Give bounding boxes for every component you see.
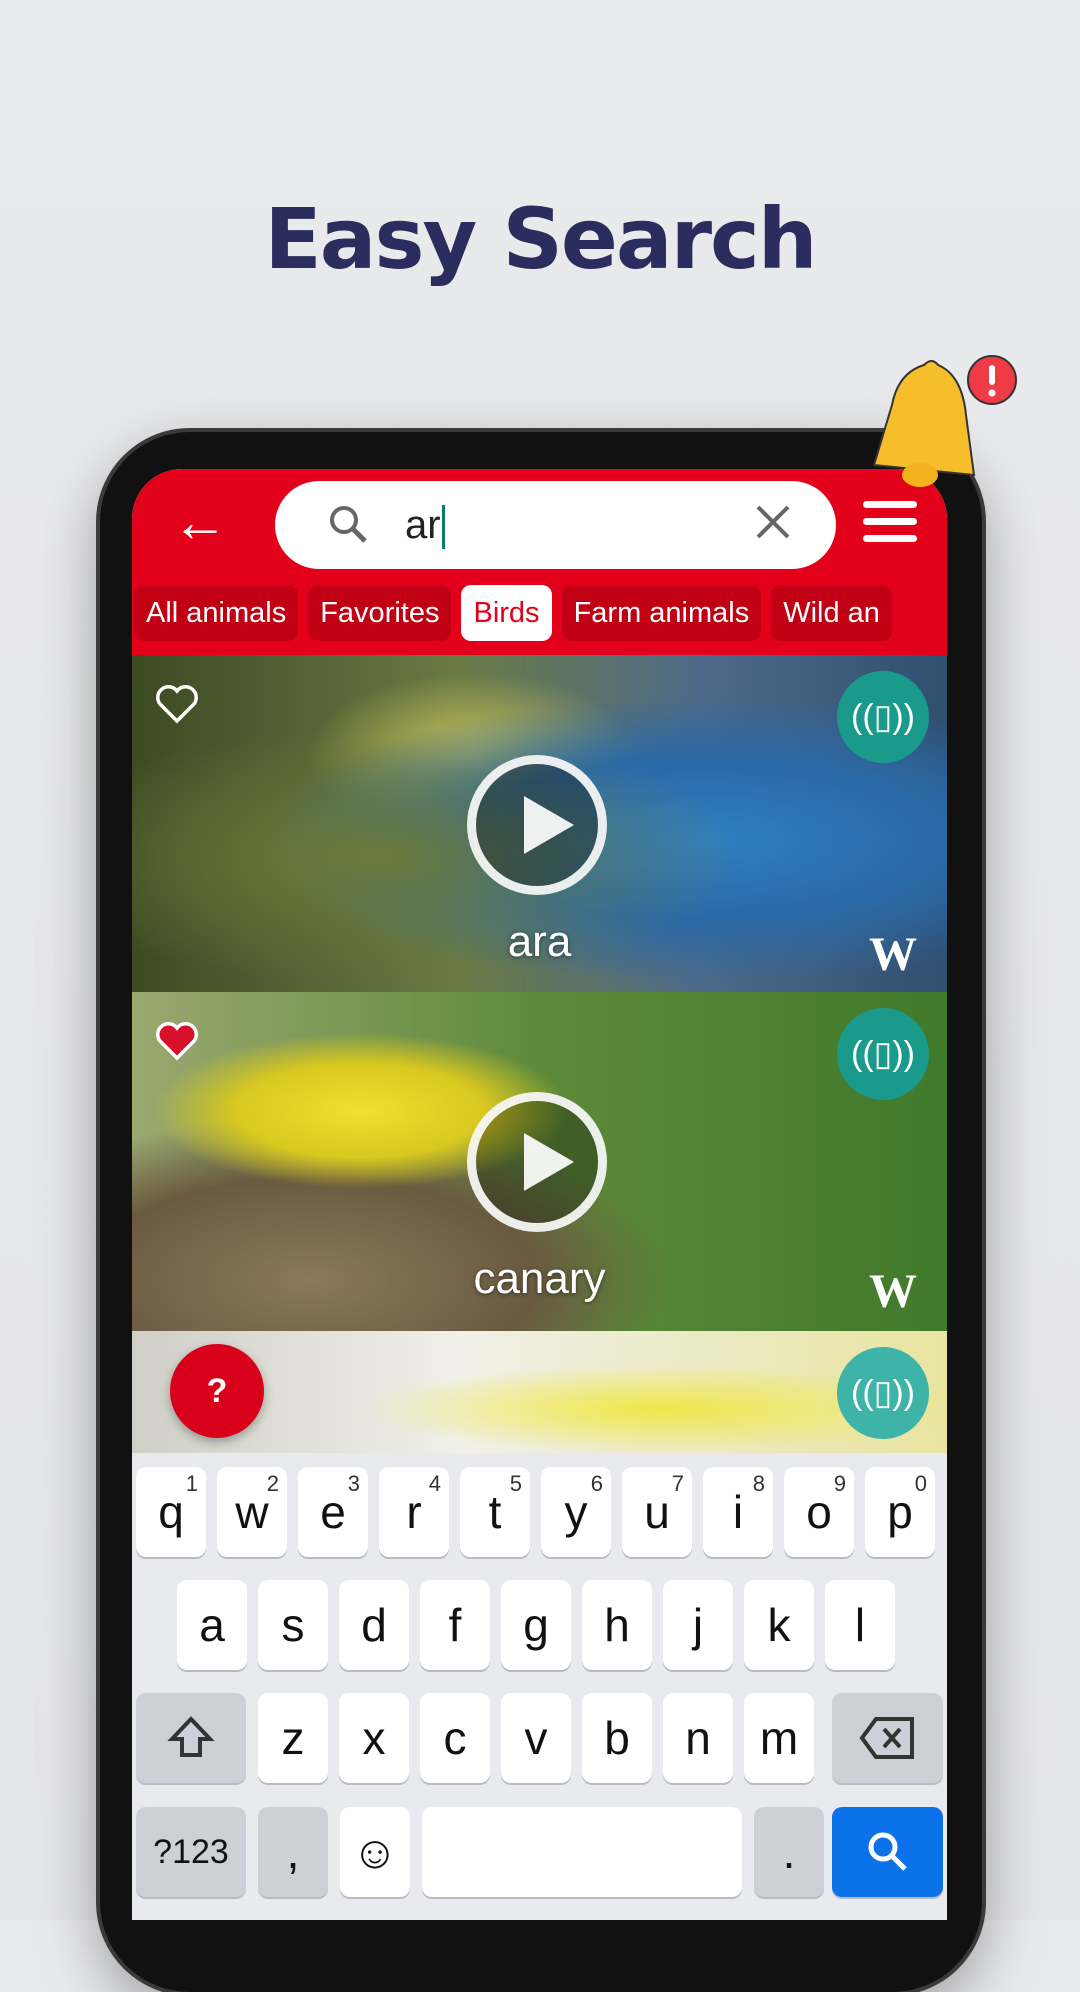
animal-name: ara <box>507 917 572 966</box>
key-c[interactable]: c <box>420 1693 490 1783</box>
search-value: ar <box>405 503 441 547</box>
text-cursor <box>441 505 445 550</box>
play-button[interactable] <box>467 755 607 895</box>
favorite-heart-icon[interactable] <box>154 1020 200 1062</box>
key-b[interactable]: b <box>582 1693 652 1783</box>
animal-name: canary <box>473 1254 606 1303</box>
tab-favorites[interactable]: Favorites <box>308 585 452 641</box>
key-u[interactable]: u7 <box>622 1467 692 1557</box>
key-r[interactable]: r4 <box>379 1467 449 1557</box>
arrow-left-icon: ← <box>172 490 228 553</box>
tab-birds[interactable]: Birds <box>461 585 552 641</box>
space-key[interactable] <box>422 1807 742 1897</box>
headline: Easy Search <box>264 190 817 288</box>
phone-vibrate-icon: ((▯)) <box>851 698 915 736</box>
key-label: p <box>887 1486 913 1538</box>
key-number-hint: 7 <box>671 1471 684 1496</box>
phone-vibrate-icon: ((▯)) <box>851 1374 915 1412</box>
play-button[interactable] <box>467 1092 607 1232</box>
key-number-hint: 5 <box>509 1471 522 1496</box>
comma-key[interactable]: , <box>258 1807 328 1897</box>
vibrate-button[interactable]: ((▯)) <box>837 671 929 763</box>
wikipedia-link[interactable]: W <box>869 1264 917 1319</box>
symbols-key[interactable]: ?123 <box>136 1807 246 1897</box>
emoji-key[interactable]: ☺ <box>340 1807 410 1897</box>
key-number-hint: 4 <box>428 1471 441 1496</box>
key-t[interactable]: t5 <box>460 1467 530 1557</box>
tab-all-animals[interactable]: All animals <box>134 585 299 641</box>
key-h[interactable]: h <box>582 1580 652 1670</box>
key-number-hint: 8 <box>752 1471 765 1496</box>
key-q[interactable]: q1 <box>136 1467 206 1557</box>
backspace-icon <box>859 1717 914 1759</box>
notification-bell-icon <box>872 355 1017 487</box>
key-label: q <box>158 1486 184 1538</box>
favorite-heart-icon[interactable] <box>154 683 200 725</box>
key-g[interactable]: g <box>501 1580 571 1670</box>
vibrate-button[interactable]: ((▯)) <box>837 1008 929 1100</box>
key-number-hint: 9 <box>833 1471 846 1496</box>
vibrate-button[interactable]: ((▯)) <box>837 1347 929 1439</box>
key-j[interactable]: j <box>663 1580 733 1670</box>
key-f[interactable]: f <box>420 1580 490 1670</box>
tab-wild-animals[interactable]: Wild an <box>771 585 892 641</box>
period-key[interactable]: . <box>754 1807 824 1897</box>
back-button[interactable]: ← <box>172 487 232 557</box>
clear-icon[interactable] <box>750 499 796 545</box>
key-label: r <box>406 1486 422 1538</box>
key-e[interactable]: e3 <box>298 1467 368 1557</box>
key-label: o <box>806 1486 832 1538</box>
key-number-hint: 6 <box>590 1471 603 1496</box>
search-input[interactable]: ar <box>275 481 836 569</box>
category-tabs: All animals Favorites Birds Farm animals… <box>132 585 892 641</box>
key-o[interactable]: o9 <box>784 1467 854 1557</box>
backspace-key[interactable] <box>832 1693 943 1783</box>
key-number-hint: 2 <box>266 1471 279 1496</box>
emoji-icon: ☺ <box>351 1826 399 1878</box>
help-button[interactable]: ? <box>170 1344 264 1438</box>
key-w[interactable]: w2 <box>217 1467 287 1557</box>
key-k[interactable]: k <box>744 1580 814 1670</box>
app-header: ← ar All animals Favorites Birds Farm an… <box>132 469 947 655</box>
key-z[interactable]: z <box>258 1693 328 1783</box>
shift-key[interactable] <box>136 1693 246 1783</box>
key-x[interactable]: x <box>339 1693 409 1783</box>
key-d[interactable]: d <box>339 1580 409 1670</box>
key-l[interactable]: l <box>825 1580 895 1670</box>
menu-button[interactable] <box>863 501 917 552</box>
key-label: u <box>644 1486 670 1538</box>
key-a[interactable]: a <box>177 1580 247 1670</box>
phone-vibrate-icon: ((▯)) <box>851 1035 915 1073</box>
key-label: y <box>564 1486 588 1538</box>
key-number-hint: 3 <box>347 1471 360 1496</box>
wikipedia-link[interactable]: W <box>869 927 917 982</box>
search-icon <box>868 1832 907 1871</box>
search-submit-key[interactable] <box>832 1807 943 1897</box>
key-i[interactable]: i8 <box>703 1467 773 1557</box>
key-m[interactable]: m <box>744 1693 814 1783</box>
key-label: w <box>235 1486 269 1538</box>
key-label: t <box>488 1486 502 1538</box>
key-n[interactable]: n <box>663 1693 733 1783</box>
key-v[interactable]: v <box>501 1693 571 1783</box>
keyboard: q1w2e3r4t5y6u7i8o9p0 asdfghjkl zxcvbnm ?… <box>132 1453 947 1920</box>
animal-card-canary[interactable]: ((▯)) canary W <box>132 992 947 1331</box>
animal-card-ara[interactable]: ((▯)) ara W <box>132 655 947 992</box>
key-p[interactable]: p0 <box>865 1467 935 1557</box>
key-y[interactable]: y6 <box>541 1467 611 1557</box>
key-label: e <box>320 1486 346 1538</box>
app-screen: ← ar All animals Favorites Birds Farm an… <box>132 469 947 1920</box>
key-label: i <box>732 1486 744 1538</box>
key-number-hint: 1 <box>185 1471 198 1496</box>
shift-icon <box>167 1716 215 1757</box>
search-icon <box>330 506 367 543</box>
key-number-hint: 0 <box>914 1471 927 1496</box>
tab-farm-animals[interactable]: Farm animals <box>561 585 762 641</box>
key-s[interactable]: s <box>258 1580 328 1670</box>
